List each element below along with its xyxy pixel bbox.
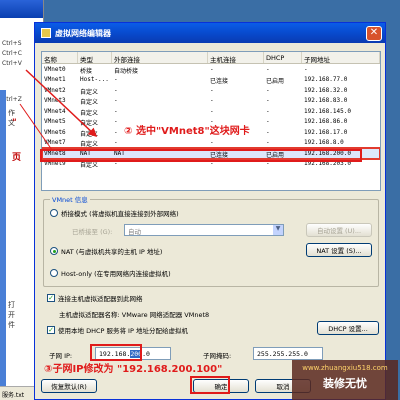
watermark-url: www.zhuangxiu518.com (302, 364, 388, 372)
watermark: www.zhuangxiu518.com 装修无忧 (292, 360, 398, 400)
step2-arrow (25, 69, 98, 138)
step2-pointer-line (19, 103, 53, 151)
annotation-arrows (19, 69, 98, 151)
watermark-brand: 装修无忧 (323, 377, 367, 390)
